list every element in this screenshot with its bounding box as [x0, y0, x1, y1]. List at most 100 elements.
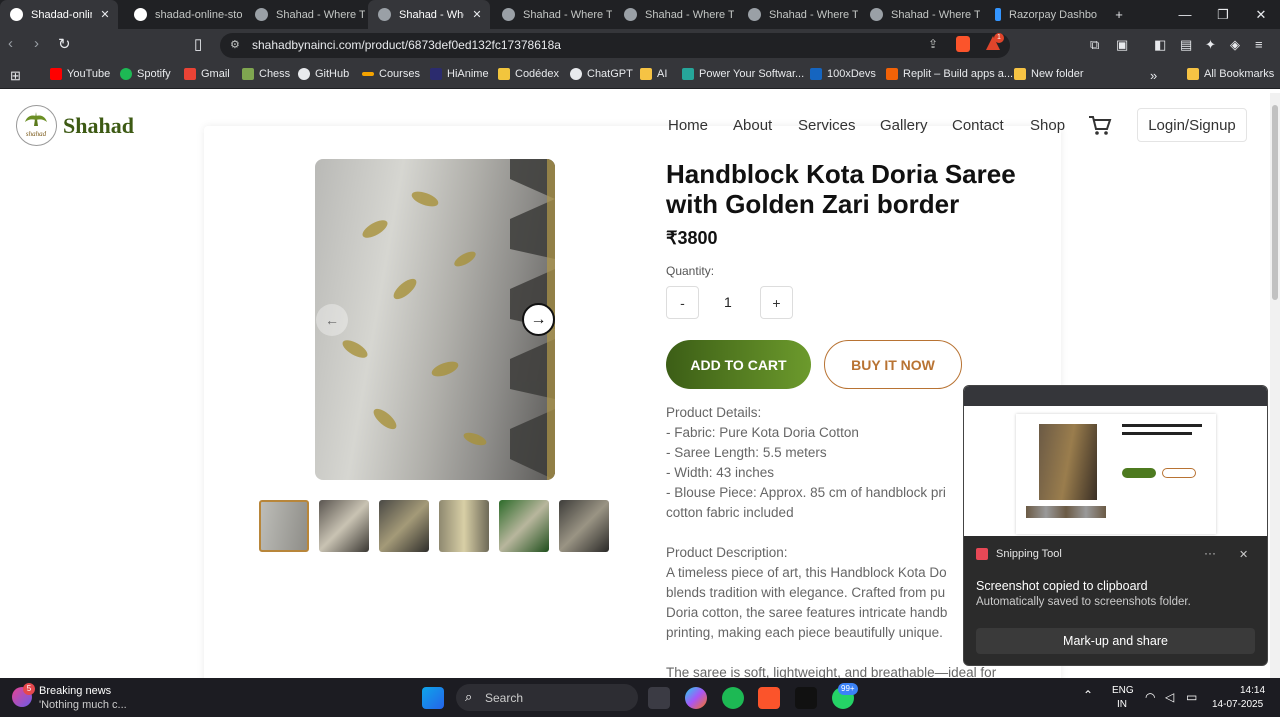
- tab-shahad[interactable]: Shahad - Where Tr: [245, 0, 365, 29]
- snipping-tool-notification[interactable]: Snipping Tool ··· ✕ Screenshot copied to…: [963, 385, 1268, 666]
- copilot-icon[interactable]: [685, 687, 707, 709]
- more-bookmarks-icon[interactable]: »: [1150, 68, 1157, 83]
- quantity-decrease-button[interactable]: -: [666, 286, 699, 319]
- bookmark-replit[interactable]: Replit – Build apps a...: [886, 68, 1013, 80]
- task-view-icon[interactable]: [648, 687, 670, 709]
- bookmark-label: YouTube: [67, 68, 111, 80]
- new-tab-icon[interactable]: +: [1100, 0, 1138, 29]
- bookmark-youtube[interactable]: YouTube: [50, 68, 110, 80]
- bookmark-chatgpt[interactable]: ChatGPT: [570, 68, 633, 80]
- tab-shahad[interactable]: Shahad - Where Tr: [738, 0, 858, 29]
- thumbnail-6[interactable]: [559, 500, 609, 552]
- maximize-icon[interactable]: ❐: [1204, 0, 1242, 29]
- news-title[interactable]: Breaking news: [39, 685, 111, 697]
- tab-title: Shahad - Where Tr: [523, 8, 612, 21]
- bookmark-icon[interactable]: ▯: [194, 35, 202, 53]
- thumbnail-3[interactable]: [379, 500, 429, 552]
- tab-razorpay[interactable]: Razorpay Dashbo: [985, 0, 1103, 29]
- quantity-increase-button[interactable]: +: [760, 286, 793, 319]
- language-code[interactable]: ENG: [1112, 685, 1134, 696]
- close-window-icon[interactable]: ✕: [1242, 0, 1280, 29]
- bookmark-power-your-software[interactable]: Power Your Softwar...: [682, 68, 804, 80]
- bookmark-github[interactable]: GitHub: [298, 68, 349, 80]
- nav-home[interactable]: Home: [668, 117, 708, 134]
- courses-icon: [362, 72, 374, 76]
- next-image-button[interactable]: →: [522, 303, 555, 336]
- tab-shahad[interactable]: Shahad - Where Tr: [614, 0, 734, 29]
- terminal-app-icon[interactable]: [795, 687, 817, 709]
- more-options-icon[interactable]: ···: [1204, 546, 1216, 560]
- extensions-icon[interactable]: ⧉: [1090, 37, 1099, 53]
- volume-icon[interactable]: ◁: [1165, 690, 1174, 704]
- tab-shadad-online[interactable]: Shadad-onlin ✕: [0, 0, 118, 29]
- sidebar-icon[interactable]: ◧: [1154, 37, 1166, 53]
- back-icon[interactable]: ‹: [8, 35, 13, 52]
- spotify-app-icon[interactable]: [722, 687, 744, 709]
- windows-start-icon[interactable]: [422, 687, 444, 709]
- thumbnail-4[interactable]: [439, 500, 489, 552]
- nav-about[interactable]: About: [733, 117, 772, 134]
- thumbnail-2[interactable]: [319, 500, 369, 552]
- bookmark-ai-folder[interactable]: AI: [640, 68, 667, 80]
- apps-icon[interactable]: ⊞: [10, 68, 21, 84]
- prev-image-button[interactable]: ←: [316, 304, 348, 336]
- vpn-icon[interactable]: ◈: [1230, 37, 1240, 53]
- add-to-cart-button[interactable]: ADD TO CART: [666, 340, 811, 389]
- tab-title: Razorpay Dashbo: [1009, 8, 1098, 21]
- address-bar[interactable]: ⚙ shahadbynainci.com/product/6873def0ed1…: [220, 33, 1010, 58]
- share-icon[interactable]: ⇪: [928, 37, 938, 51]
- screenshot-preview[interactable]: [964, 386, 1267, 536]
- bookmark-new-folder[interactable]: New folder: [1014, 68, 1084, 80]
- tab-shahad[interactable]: Shahad - Where Tr: [492, 0, 612, 29]
- brave-shields-icon[interactable]: [956, 36, 970, 52]
- bookmark-100xdevs[interactable]: 100xDevs: [810, 68, 876, 80]
- login-signup-button[interactable]: Login/Signup: [1137, 108, 1247, 142]
- browser-toolbar: ‹ › ↻ ▯ ⚙ shahadbynainci.com/product/687…: [0, 29, 1280, 62]
- buy-now-button[interactable]: BUY IT NOW: [824, 340, 962, 389]
- close-tab-icon[interactable]: ✕: [470, 8, 484, 21]
- reading-icon[interactable]: ▤: [1180, 37, 1192, 53]
- thumbnail-1[interactable]: [259, 500, 309, 552]
- tab-shadad-online-store[interactable]: shadad-online-sto: [124, 0, 242, 29]
- all-bookmarks[interactable]: All Bookmarks: [1187, 68, 1274, 80]
- cart-icon[interactable]: [1088, 115, 1112, 137]
- bookmark-chess[interactable]: Chess: [242, 68, 290, 80]
- preview-thumbnails: [1026, 506, 1106, 518]
- snipping-tool-icon: [976, 548, 988, 560]
- menu-icon[interactable]: ≡: [1255, 37, 1263, 52]
- minimize-icon[interactable]: —: [1166, 0, 1204, 29]
- brand-name[interactable]: Shahad: [63, 113, 134, 139]
- bookmark-spotify[interactable]: Spotify: [120, 68, 171, 80]
- bookmark-gmail[interactable]: Gmail: [184, 68, 230, 80]
- brave-app-icon[interactable]: [758, 687, 780, 709]
- page-scrollbar[interactable]: [1270, 93, 1280, 678]
- bookmark-codedex[interactable]: Codédex: [498, 68, 559, 80]
- bookmark-hianime[interactable]: HiAnime: [430, 68, 489, 80]
- site-logo[interactable]: shahad: [16, 105, 57, 146]
- taskbar-search[interactable]: ⌕ Search: [456, 684, 638, 711]
- bookmark-courses[interactable]: Courses: [362, 68, 420, 80]
- details-line: The saree is soft, lightweight, and brea…: [666, 665, 997, 678]
- site-info-icon[interactable]: ⚙: [230, 38, 240, 51]
- wallet-icon[interactable]: ▣: [1116, 37, 1128, 53]
- tab-shahad[interactable]: Shahad - Where Tr: [860, 0, 980, 29]
- nav-gallery[interactable]: Gallery: [880, 117, 928, 134]
- wifi-icon[interactable]: ◠: [1145, 690, 1155, 704]
- forward-icon[interactable]: ›: [34, 35, 39, 52]
- close-tab-icon[interactable]: ✕: [98, 8, 112, 21]
- search-icon: ⌕: [465, 689, 473, 704]
- thumbnail-5[interactable]: [499, 500, 549, 552]
- show-hidden-icons[interactable]: ⌃: [1083, 688, 1093, 702]
- globe-icon: [870, 8, 883, 21]
- nav-services[interactable]: Services: [798, 117, 856, 134]
- reload-icon[interactable]: ↻: [58, 35, 71, 53]
- battery-icon[interactable]: ▭: [1186, 690, 1197, 704]
- scrollbar-thumb[interactable]: [1272, 105, 1278, 300]
- clock-time[interactable]: 14:14: [1240, 685, 1265, 696]
- mark-up-and-share-button[interactable]: Mark-up and share: [976, 628, 1255, 654]
- leo-ai-icon[interactable]: ✦: [1205, 37, 1216, 53]
- nav-shop[interactable]: Shop: [1030, 117, 1065, 134]
- nav-contact[interactable]: Contact: [952, 117, 1004, 134]
- close-notification-icon[interactable]: ✕: [1239, 548, 1248, 561]
- tab-shahad-current[interactable]: Shahad - Whe ✕: [368, 0, 490, 29]
